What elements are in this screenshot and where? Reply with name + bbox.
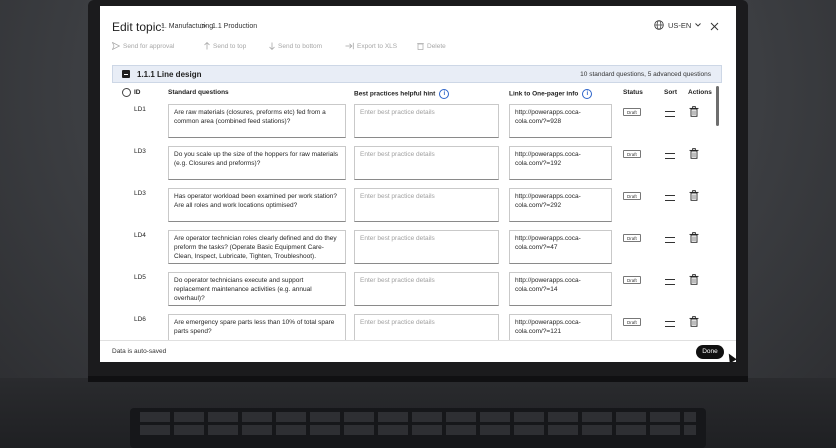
link-field[interactable]: http://powerapps.coca-cola.com/?=292	[509, 188, 612, 222]
col-best-practices: Best practices helpful hint i	[354, 89, 450, 99]
section-header[interactable]: 1.1.1 Line design 10 standard questions,…	[112, 65, 722, 83]
row-id: LD3	[134, 148, 146, 155]
col-link: Link to One-pager info i	[509, 89, 593, 99]
standard-question-field[interactable]: Has operator workload been examined per …	[168, 188, 346, 222]
mouse-cursor-icon	[725, 351, 736, 362]
row-id: LD6	[134, 316, 146, 323]
language-selector[interactable]: US-EN	[654, 20, 702, 30]
chevron-right-icon: >	[201, 21, 207, 31]
chevron-down-icon	[695, 23, 702, 27]
col-status: Status	[623, 89, 643, 96]
col-actions: Actions	[688, 89, 712, 96]
status-badge: Draft	[623, 108, 641, 116]
trash-icon[interactable]	[689, 316, 699, 327]
best-practice-field[interactable]: Enter best practice details	[354, 146, 499, 180]
status-badge: Draft	[623, 192, 641, 200]
col-sort: Sort	[664, 89, 677, 96]
table-row: LD4 Are operator technician roles clearl…	[112, 230, 722, 272]
send-to-bottom-button[interactable]: Send to bottom	[269, 42, 322, 50]
link-field[interactable]: http://powerapps.coca-cola.com/?=47	[509, 230, 612, 264]
col-link-label: Link to One-pager info	[509, 90, 579, 98]
best-practice-field[interactable]: Enter best practice details	[354, 188, 499, 222]
export-label: Export to XLS	[357, 42, 398, 50]
arrow-up-icon	[204, 42, 210, 50]
close-icon[interactable]	[710, 22, 719, 31]
breadcrumb-production[interactable]: 1.1 Production	[212, 23, 257, 30]
trash-icon	[417, 43, 424, 50]
standard-question-field[interactable]: Do you scale up the size of the hoppers …	[168, 146, 346, 180]
drag-handle-icon[interactable]	[665, 321, 675, 327]
arrow-down-icon	[269, 42, 275, 50]
page-title: Edit topic:	[112, 20, 165, 34]
dialog-footer: Data is auto-saved Done	[100, 340, 736, 362]
table-row: LD3 Do you scale up the size of the hopp…	[112, 146, 722, 188]
table-row: LD5 Do operator technicians execute and …	[112, 272, 722, 314]
section-collapse-checkbox[interactable]	[122, 70, 130, 78]
row-id: LD3	[134, 190, 146, 197]
best-practice-field[interactable]: Enter best practice details	[354, 230, 499, 264]
info-icon[interactable]: i	[439, 89, 450, 99]
language-label: US-EN	[668, 20, 692, 30]
drag-handle-icon[interactable]	[665, 279, 675, 285]
status-badge: Draft	[623, 276, 641, 284]
drag-handle-icon[interactable]	[665, 153, 675, 159]
link-field[interactable]: http://powerapps.coca-cola.com/?=192	[509, 146, 612, 180]
laptop-hinge	[88, 376, 748, 382]
table-row: LD1 Are raw materials (closures, preform…	[112, 104, 722, 146]
delete-label: Delete	[427, 42, 446, 50]
export-icon	[345, 42, 354, 50]
drag-handle-icon[interactable]	[665, 195, 675, 201]
standard-question-field[interactable]: Are operator technician roles clearly de…	[168, 230, 346, 264]
link-field[interactable]: http://powerapps.coca-cola.com/?=928	[509, 104, 612, 138]
status-badge: Draft	[623, 318, 641, 326]
table-row: LD3 Has operator workload been examined …	[112, 188, 722, 230]
table-header: ID Standard questions Best practices hel…	[112, 87, 722, 101]
delete-button[interactable]: Delete	[417, 42, 446, 50]
send-icon	[112, 42, 120, 50]
info-icon[interactable]: i	[582, 89, 593, 99]
status-badge: Draft	[623, 234, 641, 242]
toolbar: Send for approval Send to top Send to bo…	[100, 40, 736, 56]
row-id: LD1	[134, 106, 146, 113]
send-to-top-label: Send to top	[213, 42, 247, 50]
drag-handle-icon[interactable]	[665, 111, 675, 117]
best-practice-field[interactable]: Enter best practice details	[354, 104, 499, 138]
trash-icon[interactable]	[689, 106, 699, 117]
key-row	[140, 425, 696, 435]
best-practice-field[interactable]: Enter best practice details	[354, 272, 499, 306]
trash-icon[interactable]	[689, 190, 699, 201]
section-title: 1.1.1 Line design	[137, 70, 202, 79]
row-id: LD5	[134, 274, 146, 281]
send-for-approval-label: Send for approval	[123, 42, 175, 50]
status-badge: Draft	[623, 150, 641, 158]
key-row	[140, 412, 696, 422]
vertical-scrollbar[interactable]	[716, 86, 719, 126]
export-button[interactable]: Export to XLS	[345, 42, 397, 50]
col-id: ID	[134, 89, 141, 96]
trash-icon[interactable]	[689, 274, 699, 285]
app-window: Edit topic: 1. Manufacturing > 1.1 Produ…	[100, 6, 736, 362]
section-question-count: 10 standard questions, 5 advanced questi…	[580, 71, 711, 78]
trash-icon[interactable]	[689, 232, 699, 243]
autosave-status: Data is auto-saved	[112, 348, 167, 355]
globe-icon	[654, 20, 664, 30]
col-best-practices-label: Best practices helpful hint	[354, 90, 436, 98]
done-button[interactable]: Done	[696, 345, 724, 359]
send-to-top-button[interactable]: Send to top	[204, 42, 246, 50]
send-to-bottom-label: Send to bottom	[278, 42, 323, 50]
send-for-approval-button[interactable]: Send for approval	[112, 42, 174, 50]
select-all-checkbox[interactable]	[122, 88, 131, 97]
row-id: LD4	[134, 232, 146, 239]
trash-icon[interactable]	[689, 148, 699, 159]
drag-handle-icon[interactable]	[665, 237, 675, 243]
standard-question-field[interactable]: Do operator technicians execute and supp…	[168, 272, 346, 306]
dialog-header: Edit topic: 1. Manufacturing > 1.1 Produ…	[100, 6, 736, 42]
standard-question-field[interactable]: Are raw materials (closures, preforms et…	[168, 104, 346, 138]
col-standard-questions: Standard questions	[168, 89, 229, 96]
link-field[interactable]: http://powerapps.coca-cola.com/?=14	[509, 272, 612, 306]
